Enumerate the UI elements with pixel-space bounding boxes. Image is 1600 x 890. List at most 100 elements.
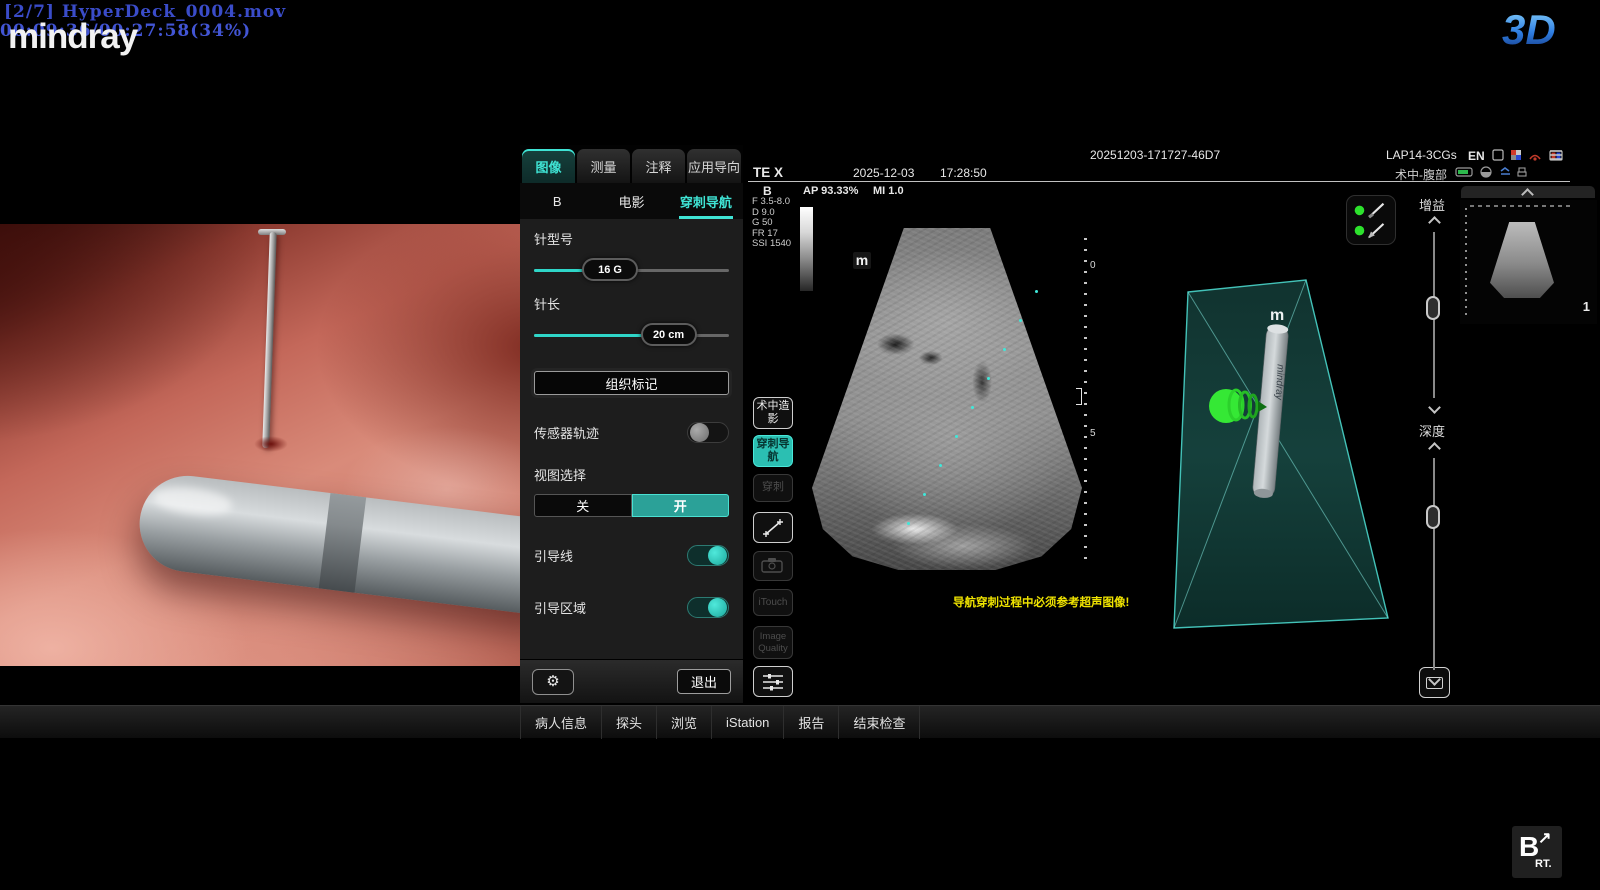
measure-caliper-button[interactable] bbox=[753, 512, 793, 543]
depth-up-arrow[interactable] bbox=[1428, 442, 1441, 455]
laparoscopic-camera-view bbox=[0, 224, 520, 666]
toggle-knob bbox=[708, 598, 727, 617]
smart-image-icon bbox=[760, 557, 786, 575]
puncture-site bbox=[254, 436, 288, 452]
laparoscopic-ultrasound-probe bbox=[134, 470, 520, 616]
guide-line-dot bbox=[987, 377, 990, 380]
battery-icon bbox=[1456, 168, 1472, 176]
needle-length-value[interactable]: 20 cm bbox=[641, 323, 697, 346]
probe-brand-text: mindray bbox=[1273, 364, 1286, 401]
guide-line-toggle[interactable] bbox=[687, 545, 729, 566]
report-button[interactable]: 报告 bbox=[784, 706, 839, 739]
view-select-label: 视图选择 bbox=[534, 465, 729, 484]
guide-line-dot bbox=[1003, 348, 1006, 351]
guide-line-dot bbox=[907, 522, 910, 525]
gain-down-arrow[interactable] bbox=[1428, 401, 1441, 414]
guide-area-label: 引导区域 bbox=[534, 598, 586, 617]
tab-annotate[interactable]: 注释 bbox=[632, 149, 685, 183]
brt-watermark: B ↗ RT. bbox=[1512, 826, 1562, 878]
view-on-button[interactable]: 开 bbox=[632, 494, 730, 517]
itouch-button[interactable]: iTouch bbox=[753, 589, 793, 616]
end-exam-button[interactable]: 结束检查 bbox=[839, 706, 920, 739]
exam-id: 20251203-171727-46D7 bbox=[1090, 148, 1220, 162]
probe-band bbox=[319, 493, 366, 593]
clipboard-icon bbox=[1493, 150, 1503, 160]
network-icon bbox=[1530, 156, 1540, 161]
ruler-label-5: 5 bbox=[1090, 428, 1096, 439]
istation-button[interactable]: iStation bbox=[712, 706, 784, 739]
probe-mode-label: TE X bbox=[753, 165, 783, 180]
needle-length-slider[interactable]: 20 cm bbox=[534, 323, 729, 347]
chevron-up-icon bbox=[1521, 188, 1534, 201]
guide-line-dot bbox=[1019, 319, 1022, 322]
grayscale-bar bbox=[800, 207, 813, 291]
acoustic-power: AP 93.33% bbox=[803, 185, 858, 197]
toggle-knob bbox=[690, 423, 709, 442]
tab-measure[interactable]: 测量 bbox=[577, 149, 630, 183]
focus-marker bbox=[1076, 388, 1082, 405]
smart-image-button[interactable] bbox=[753, 551, 793, 581]
status-icons-row2 bbox=[1455, 166, 1537, 178]
thumbnail-topline bbox=[1470, 205, 1570, 207]
param-frequency: F 3.5-8.0 bbox=[752, 197, 791, 208]
sensor-track-label: 传感器轨迹 bbox=[534, 423, 599, 442]
patient-info-button[interactable]: 病人信息 bbox=[520, 706, 602, 739]
depth-slider-thumb[interactable] bbox=[1426, 505, 1440, 529]
guide-line-dot bbox=[955, 435, 958, 438]
needle2-status-dot bbox=[1355, 226, 1365, 236]
subtab-b[interactable]: B bbox=[520, 183, 594, 219]
needle-length-label: 针长 bbox=[534, 294, 729, 313]
list-menu-icon[interactable] bbox=[1549, 149, 1563, 161]
needle2-icon bbox=[1368, 224, 1383, 238]
subtab-needle-nav[interactable]: 穿刺导航 bbox=[669, 183, 743, 219]
caliper-icon bbox=[760, 517, 786, 539]
guide-line-label: 引导线 bbox=[534, 546, 573, 565]
view-off-button[interactable]: 关 bbox=[534, 494, 632, 517]
needle-status-widget[interactable] bbox=[1346, 195, 1396, 245]
needle1-icon bbox=[1369, 204, 1383, 217]
orientation-marker: m bbox=[853, 252, 871, 269]
menu-adjust-button[interactable] bbox=[753, 666, 793, 697]
guide-line-dot bbox=[939, 464, 942, 467]
printer-icon bbox=[1518, 168, 1526, 176]
gain-slider-thumb[interactable] bbox=[1426, 296, 1440, 320]
eject-icon bbox=[1501, 168, 1510, 174]
needle-gauge-slider[interactable]: 16 G bbox=[534, 258, 729, 282]
tab-application[interactable]: 应用导向 bbox=[687, 149, 741, 183]
exit-button[interactable]: 退出 bbox=[677, 669, 731, 694]
probe-orientation-marker: m bbox=[1270, 307, 1284, 324]
view-select-segmented: 关 开 bbox=[534, 494, 729, 517]
sensor-track-toggle[interactable] bbox=[687, 422, 729, 443]
gain-up-arrow[interactable] bbox=[1428, 216, 1441, 229]
clip-thumbnail[interactable]: 1 bbox=[1460, 200, 1597, 324]
review-button[interactable]: 浏览 bbox=[657, 706, 712, 739]
bottom-left-menu: 病人信息 探头 浏览 iStation 报告 结束检查 bbox=[520, 706, 920, 739]
tab-image[interactable]: 图像 bbox=[522, 149, 575, 183]
subtab-cine[interactable]: 电影 bbox=[594, 183, 668, 219]
thumbnail-collapse-button[interactable] bbox=[1461, 186, 1595, 198]
imaging-parameters: F 3.5-8.0 D 9.0 G 50 FR 17 SSI 1540 bbox=[752, 197, 791, 250]
depth-slider-track[interactable] bbox=[1433, 458, 1435, 670]
ultrasound-system-screen: [2/7] HyperDeck_0004.mov 00:09:36/00:27:… bbox=[0, 0, 1600, 890]
needle-nav-button[interactable]: 穿刺导 航 bbox=[753, 435, 793, 467]
panel-tab-bar: 图像 测量 注释 应用导向 bbox=[520, 145, 743, 183]
tissue-mark-button[interactable]: 组织标记 bbox=[534, 371, 729, 395]
disk-icon bbox=[1481, 167, 1491, 177]
needle1-status-dot bbox=[1355, 206, 1365, 216]
language-indicator: EN bbox=[1468, 149, 1485, 163]
arrow-up-right-icon: ↗ bbox=[1538, 828, 1551, 848]
thumbnail-ruler bbox=[1465, 208, 1467, 316]
image-quality-button[interactable]: Image Quality bbox=[753, 626, 793, 659]
guide-area-toggle[interactable] bbox=[687, 597, 729, 618]
intraop-contrast-button[interactable]: 术中造 影 bbox=[753, 397, 793, 429]
toggle-knob bbox=[708, 546, 727, 565]
needle-gauge-value[interactable]: 16 G bbox=[582, 258, 638, 281]
guide-line-dot bbox=[923, 493, 926, 496]
mechanical-index: MI 1.0 bbox=[873, 185, 904, 197]
biopsy-button[interactable]: 穿刺 bbox=[753, 474, 793, 502]
guide-line-dot bbox=[1035, 290, 1038, 293]
exam-time: 17:28:50 bbox=[940, 166, 987, 180]
touch-control-panel: 图像 测量 注释 应用导向 B 电影 穿刺导航 针型号 16 G 针长 bbox=[520, 145, 743, 703]
probe-button[interactable]: 探头 bbox=[602, 706, 657, 739]
settings-button[interactable]: ⚙ bbox=[532, 669, 574, 695]
